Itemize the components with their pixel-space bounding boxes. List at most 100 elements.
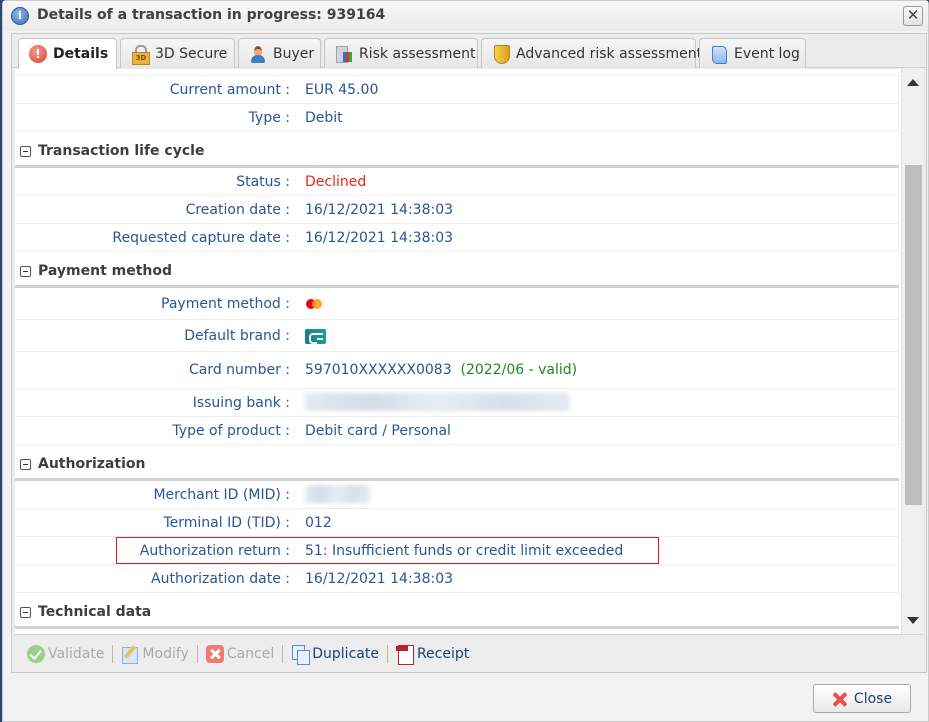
close-button[interactable]: Close	[813, 684, 911, 713]
field-value	[305, 296, 325, 312]
tab-advanced-risk-assessment[interactable]: Advanced risk assessment	[481, 38, 702, 68]
tab-label: Risk assessment	[359, 45, 476, 62]
field-label: Authorization return :	[139, 543, 290, 559]
section-title: Technical data	[38, 604, 152, 620]
toolbar-separator	[112, 644, 114, 663]
row-terminal-id: Terminal ID (TID) : 012	[15, 509, 899, 537]
status-value: Declined	[305, 174, 367, 190]
button-label: Cancel	[226, 645, 275, 662]
receipt-button[interactable]: Receipt	[392, 644, 473, 665]
row-default-brand: Default brand :	[15, 320, 899, 352]
scrollbar-thumb[interactable]	[905, 165, 922, 505]
shield-icon	[492, 44, 510, 64]
vertical-scrollbar[interactable]	[901, 69, 923, 634]
section-title: Payment method	[38, 263, 173, 279]
dialog-titlebar[interactable]: i Details of a transaction in progress: …	[3, 1, 928, 31]
field-label: Current amount :	[169, 82, 290, 98]
section-payment-method[interactable]: Payment method	[15, 252, 899, 288]
button-label: Receipt	[416, 645, 470, 662]
dialog-title: Details of a transaction in progress: 93…	[37, 7, 386, 23]
field-value	[305, 393, 570, 411]
tab-3d-secure[interactable]: 3D Secure	[120, 38, 235, 68]
field-label: Default brand :	[184, 328, 290, 344]
check-circle-icon	[27, 644, 45, 663]
row-authorization-date: Authorization date : 16/12/2021 14:38:03	[15, 565, 899, 593]
row-payment-method: Payment method :	[15, 288, 899, 320]
section-title: Transaction life cycle	[38, 143, 205, 159]
button-label: Duplicate	[312, 645, 379, 662]
section-title: Authorization	[38, 456, 146, 472]
row-status: Status : Declined	[15, 168, 899, 196]
row-requested-capture-date: Requested capture date : 16/12/2021 14:3…	[15, 224, 899, 252]
section-transaction-life-cycle[interactable]: Transaction life cycle	[15, 132, 899, 168]
field-label: Creation date :	[185, 202, 290, 218]
row-creation-date: Creation date : 16/12/2021 14:38:03	[15, 196, 899, 224]
section-authorization[interactable]: Authorization	[15, 445, 899, 481]
action-toolbar: Validate Modify Cancel Duplicate Receipt	[15, 634, 923, 672]
tab-label: Buyer	[273, 45, 315, 62]
tab-risk-assessment[interactable]: Risk assessment	[324, 38, 478, 68]
row-issuing-bank: Issuing bank :	[15, 389, 899, 417]
field-label: Issuing bank :	[192, 395, 290, 411]
tab-label: Advanced risk assessment	[516, 45, 703, 62]
alert-icon: !	[29, 45, 47, 63]
field-value	[305, 328, 326, 344]
redacted-value	[305, 485, 370, 503]
details-content: Current amount : EUR 45.00 Type : Debit …	[15, 69, 923, 634]
button-label: Close	[853, 690, 893, 707]
row-authorization-return: Authorization return : 51: Insufficient …	[15, 537, 899, 565]
validate-button[interactable]: Validate	[23, 644, 108, 663]
tab-buyer[interactable]: Buyer	[238, 38, 321, 68]
field-label: Status :	[236, 174, 290, 190]
collapse-icon[interactable]	[20, 146, 31, 157]
field-value: Debit	[305, 110, 343, 126]
tab-label: Details	[53, 46, 109, 62]
row-current-amount: Current amount : EUR 45.00	[15, 76, 899, 104]
info-icon: i	[11, 7, 29, 25]
field-value: 012	[305, 515, 332, 531]
cancel-button[interactable]: Cancel	[202, 644, 278, 663]
cancel-x-icon	[205, 644, 224, 663]
card-number: 597010XXXXXX0083	[305, 362, 452, 378]
scroll-up-icon[interactable]	[907, 79, 919, 86]
field-value: 16/12/2021 14:38:03	[305, 230, 454, 246]
tab-label: 3D Secure	[155, 45, 228, 62]
duplicate-icon	[291, 644, 311, 665]
field-label: Merchant ID (MID) :	[153, 487, 290, 503]
close-icon	[832, 691, 848, 707]
section-technical-data[interactable]: Technical data	[15, 593, 899, 629]
scroll-icon	[710, 45, 728, 64]
field-label: Type of product :	[172, 423, 290, 439]
field-value: 597010XXXXXX0083 (2022/06 - valid)	[305, 362, 577, 378]
toolbar-separator	[196, 644, 198, 663]
transaction-details-dialog: i Details of a transaction in progress: …	[2, 0, 929, 722]
dialog-close-icon[interactable]: ✕	[903, 6, 923, 26]
collapse-icon[interactable]	[20, 459, 31, 470]
tab-event-log[interactable]: Event log	[699, 38, 806, 68]
pdf-icon	[395, 644, 414, 665]
card-expiry: (2022/06 - valid)	[460, 362, 578, 378]
row-spacer	[15, 69, 899, 76]
user-icon	[249, 45, 267, 63]
collapse-icon[interactable]	[20, 607, 31, 618]
button-label: Modify	[142, 645, 189, 662]
button-label: Validate	[48, 645, 105, 662]
modify-button[interactable]: Modify	[117, 645, 192, 664]
field-label: Terminal ID (TID) :	[163, 515, 290, 531]
field-value: 51: Insufficient funds or credit limit e…	[305, 543, 624, 559]
redacted-value	[305, 393, 570, 411]
collapse-icon[interactable]	[20, 266, 31, 277]
duplicate-button[interactable]: Duplicate	[287, 644, 383, 665]
scroll-down-icon[interactable]	[907, 617, 919, 624]
tab-label: Event log	[734, 45, 800, 62]
field-label: Card number :	[188, 362, 290, 378]
edit-pencil-icon	[121, 645, 139, 664]
tab-details[interactable]: ! Details	[18, 38, 117, 69]
row-type: Type : Debit	[15, 104, 899, 132]
field-label: Requested capture date :	[112, 230, 290, 246]
details-rows: Current amount : EUR 45.00 Type : Debit …	[15, 69, 899, 629]
field-label: Authorization date :	[151, 571, 290, 587]
toolbar-separator	[282, 644, 284, 663]
field-value: EUR 45.00	[305, 82, 379, 98]
row-card-number: Card number : 597010XXXXXX0083 (2022/06 …	[15, 352, 899, 389]
